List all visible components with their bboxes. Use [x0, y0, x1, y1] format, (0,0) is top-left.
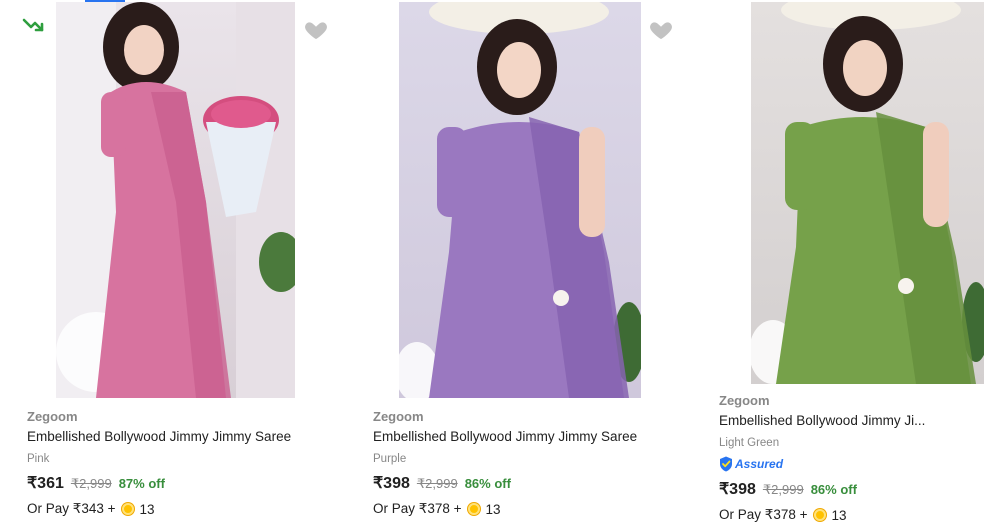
price-row: ₹398 ₹2,999 86% off [719, 479, 1000, 499]
assured-shield-icon [719, 456, 733, 472]
product-title[interactable]: Embellished Bollywood Jimmy Jimmy Saree [27, 427, 357, 447]
product-title[interactable]: Embellished Bollywood Jimmy Ji... [719, 411, 1000, 431]
brand-name: Zegoom [719, 393, 770, 408]
selling-price: ₹398 [719, 481, 756, 498]
brand-name: Zegoom [373, 409, 424, 424]
pay-with-coins-text: Or Pay ₹378 + [719, 507, 808, 522]
brand-name: Zegoom [27, 409, 78, 424]
supercoin-pay-row: Or Pay ₹378 + 13 [719, 506, 1000, 524]
product-info: Zegoom Embellished Bollywood Jimmy Ji...… [719, 392, 1000, 524]
selling-price: ₹398 [373, 475, 410, 492]
product-variant: Light Green [719, 437, 780, 449]
discount-percent: 87% off [118, 476, 165, 491]
original-price: ₹2,999 [416, 476, 458, 491]
product-image[interactable] [56, 2, 295, 398]
supercoin-pay-row: Or Pay ₹343 + 13 [27, 500, 357, 518]
price-row: ₹361 ₹2,999 87% off [27, 473, 357, 493]
product-info: Zegoom Embellished Bollywood Jimmy Jimmy… [373, 408, 703, 518]
product-image[interactable] [751, 2, 984, 384]
coin-count: 13 [485, 501, 501, 517]
price-row: ₹398 ₹2,999 86% off [373, 473, 703, 493]
pay-with-coins-text: Or Pay ₹343 + [27, 501, 116, 516]
product-info: Zegoom Embellished Bollywood Jimmy Jimmy… [27, 408, 357, 518]
supercoin-pay-row: Or Pay ₹378 + 13 [373, 500, 703, 518]
discount-percent: 86% off [810, 482, 857, 497]
selling-price: ₹361 [27, 475, 64, 492]
discount-percent: 86% off [464, 476, 511, 491]
trending-down-icon [22, 16, 46, 36]
supercoin-icon [467, 503, 480, 515]
pay-with-coins-text: Or Pay ₹378 + [373, 501, 462, 516]
original-price: ₹2,999 [762, 482, 804, 497]
assured-badge: Assured [719, 455, 1000, 473]
original-price: ₹2,999 [70, 476, 112, 491]
wishlist-heart-icon[interactable] [648, 17, 674, 43]
product-variant: Pink [27, 453, 50, 465]
supercoin-icon [121, 503, 134, 515]
supercoin-icon [813, 509, 826, 521]
coin-count: 13 [831, 507, 847, 523]
coin-count: 13 [139, 501, 155, 517]
assured-label: Assured [735, 457, 784, 471]
wishlist-heart-icon[interactable] [303, 17, 329, 43]
product-image[interactable] [399, 2, 641, 398]
product-variant: Purple [373, 453, 407, 465]
product-title[interactable]: Embellished Bollywood Jimmy Jimmy Saree [373, 427, 703, 447]
